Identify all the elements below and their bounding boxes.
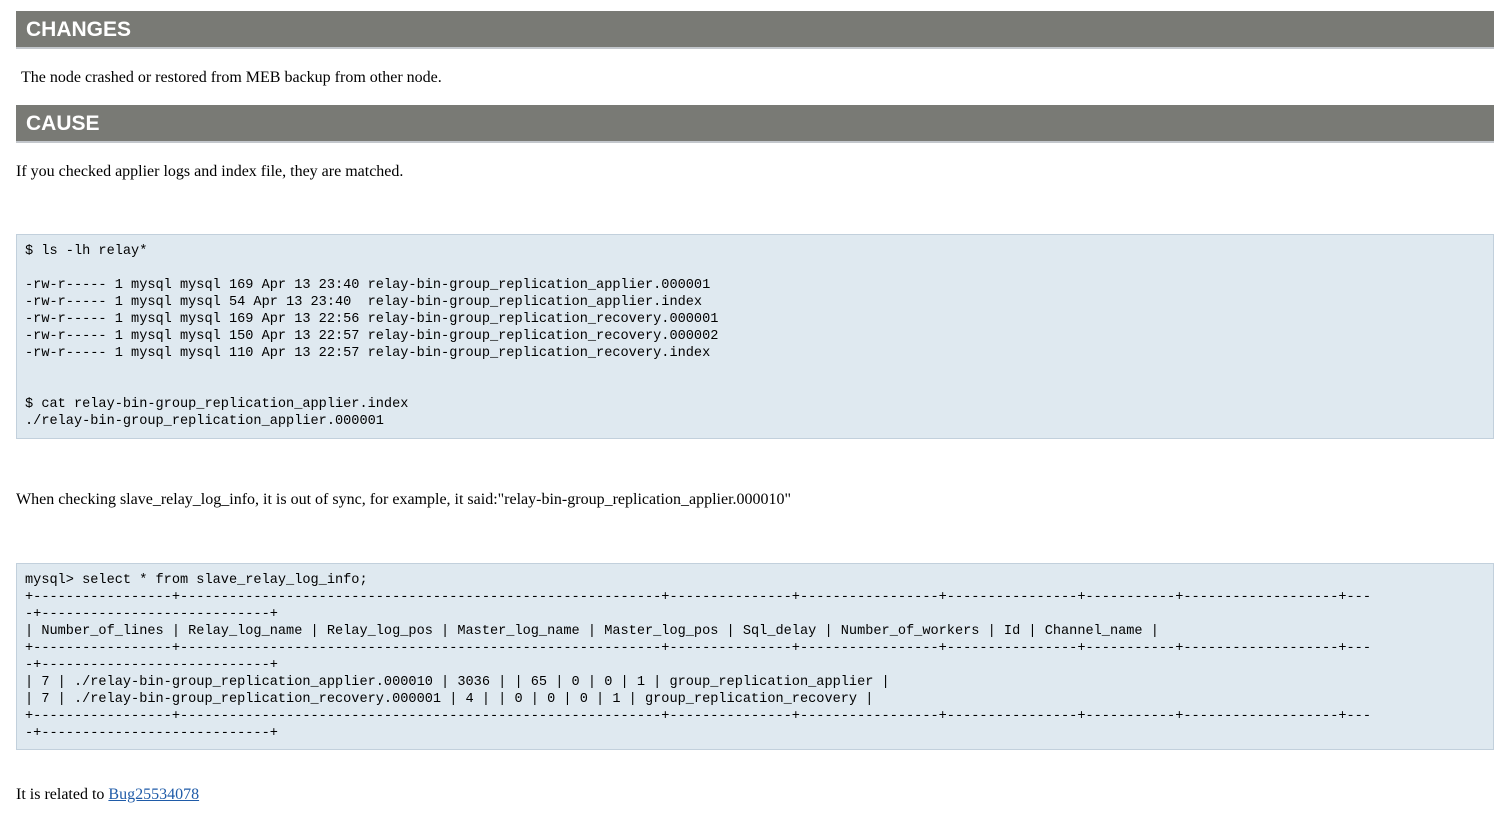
- sync-text: When checking slave_relay_log_info, it i…: [16, 491, 792, 508]
- related-bug-line: It is related to Bug25534078: [16, 785, 199, 805]
- cause-heading: CAUSE: [26, 112, 100, 135]
- relay-files-code-block: $ ls -lh relay* -rw-r----- 1 mysql mysql…: [16, 234, 1494, 439]
- relay-log-info-code: mysql> select * from slave_relay_log_inf…: [25, 573, 1372, 741]
- cause-intro-text: If you checked applier logs and index fi…: [16, 163, 404, 180]
- bug-link[interactable]: Bug25534078: [108, 786, 199, 803]
- changes-text: The node crashed or restored from MEB ba…: [21, 69, 442, 86]
- cause-section-header: CAUSE: [16, 105, 1494, 143]
- changes-heading: CHANGES: [26, 18, 132, 41]
- relay-log-info-code-block: mysql> select * from slave_relay_log_inf…: [16, 563, 1494, 750]
- changes-section-header: CHANGES: [16, 11, 1494, 49]
- relay-files-code: $ ls -lh relay* -rw-r----- 1 mysql mysql…: [25, 244, 719, 429]
- related-prefix: It is related to: [16, 786, 109, 803]
